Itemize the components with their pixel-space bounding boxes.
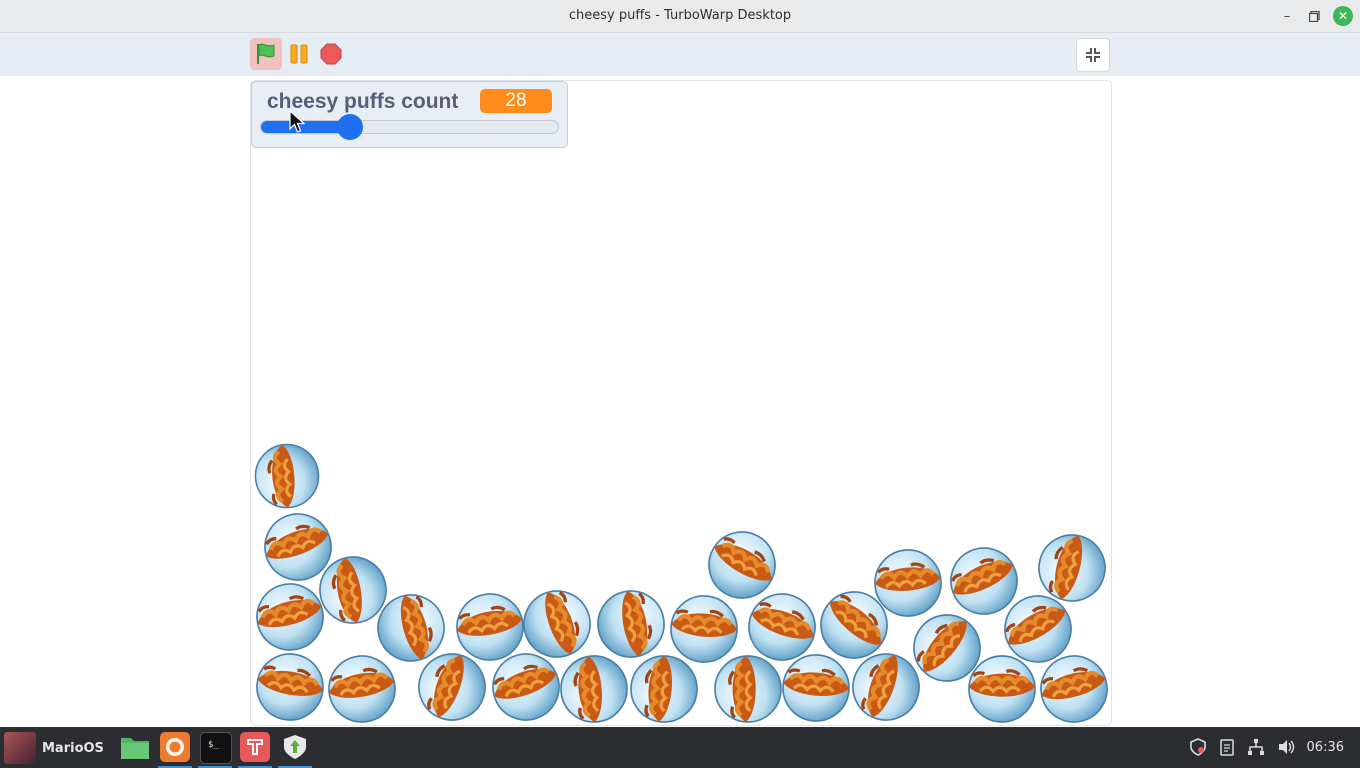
green-flag-button[interactable] [250, 38, 282, 70]
cheesy-puff-sprite [962, 654, 1042, 724]
clock[interactable]: 06:36 [1307, 740, 1344, 755]
pause-button[interactable] [283, 38, 315, 70]
cheesy-puff-sprite [850, 648, 922, 726]
start-label: MarioOS [42, 740, 104, 756]
volume-icon[interactable] [1277, 738, 1295, 756]
cheesy-puff-sprite [250, 582, 330, 652]
window-title: cheesy puffs - TurboWarp Desktop [568, 8, 792, 23]
cheesy-puff-sprite [250, 652, 330, 722]
pause-icon [290, 44, 308, 64]
mouse-cursor-icon [289, 110, 306, 133]
cheesy-puff-sprite [712, 650, 784, 728]
title-bar: cheesy puffs - TurboWarp Desktop – ✕ [0, 0, 1360, 33]
mario-os-logo-icon [4, 732, 36, 764]
stop-icon [320, 43, 342, 65]
close-button[interactable]: ✕ [1333, 6, 1353, 26]
slider-thumb[interactable] [337, 114, 364, 140]
green-flag-icon [257, 43, 275, 64]
terminal-app-button[interactable]: $_ [200, 732, 232, 764]
clipboard-icon[interactable] [1219, 738, 1235, 756]
stop-button[interactable] [315, 38, 347, 70]
firefox-icon [166, 738, 184, 756]
files-icon [121, 738, 149, 759]
variable-value: 28 [480, 89, 552, 113]
cheesy-puff-sprite [322, 654, 402, 724]
cheesy-puff-sprite [558, 650, 630, 728]
svg-text:$_: $_ [208, 740, 219, 750]
minimize-button[interactable]: – [1277, 6, 1297, 26]
cheesy-puff-sprite [776, 652, 856, 724]
files-app-button[interactable] [120, 732, 150, 762]
update-manager-icon [284, 735, 306, 759]
cheesy-puff-sprite [702, 530, 782, 600]
system-tray: 06:36 [1189, 738, 1344, 756]
start-menu-button[interactable]: MarioOS [4, 732, 104, 764]
player-toolbar [0, 33, 1360, 76]
network-icon[interactable] [1247, 738, 1265, 756]
turbowarp-icon [247, 739, 263, 755]
exit-fullscreen-button[interactable] [1076, 38, 1110, 72]
exit-fullscreen-icon [1086, 48, 1100, 62]
cheesy-puff-sprite [486, 652, 566, 722]
cheesy-puff-sprite [628, 650, 700, 728]
taskbar: MarioOS $_ 06:36 [0, 727, 1360, 768]
cheesy-puff-sprite [1036, 654, 1110, 724]
shield-icon[interactable] [1189, 738, 1207, 756]
terminal-icon: $_ [208, 740, 219, 750]
turbowarp-app-button[interactable] [240, 732, 270, 762]
cheesy-puff-sprite [416, 648, 488, 726]
update-manager-app-button[interactable] [280, 732, 310, 762]
firefox-app-button[interactable] [160, 732, 190, 762]
maximize-button[interactable] [1304, 6, 1324, 26]
cheesy-puff-sprite [252, 436, 322, 516]
